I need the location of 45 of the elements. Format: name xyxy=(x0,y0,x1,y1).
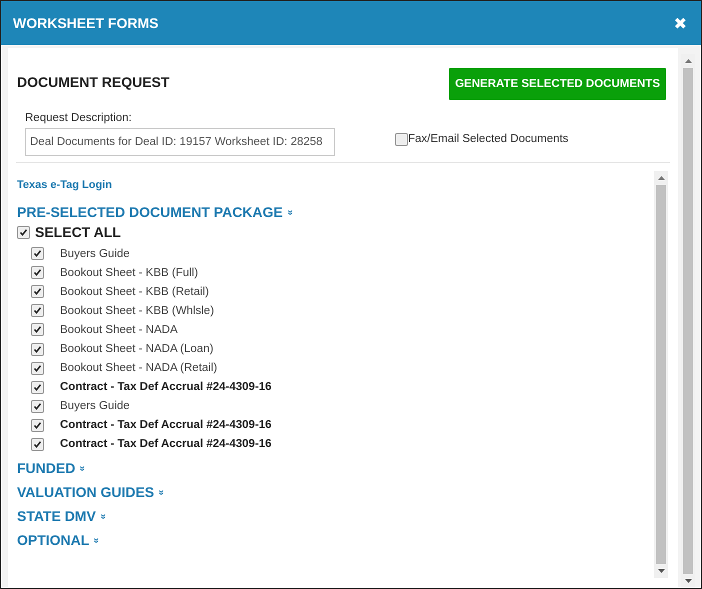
document-label: Contract - Tax Def Accrual #24-4309-16 xyxy=(60,419,272,432)
checkbox[interactable] xyxy=(31,304,44,318)
checkbox[interactable] xyxy=(31,285,44,298)
checkbox[interactable] xyxy=(31,247,44,260)
select-all-label: SELECT ALL xyxy=(35,224,121,240)
description-field[interactable]: Deal Documents for Deal ID: 19157 Worksheet ID: 28258 xyxy=(25,128,335,156)
window-title: WORKSHEET FORMS xyxy=(13,15,158,31)
section-toggle[interactable]: STATE DMV » xyxy=(17,508,654,524)
section-toggle[interactable]: OPTIONAL » xyxy=(17,532,654,548)
section-toggle[interactable]: PRE-SELECTED DOCUMENT PACKAGE » xyxy=(17,204,654,220)
section-heading: DOCUMENT REQUEST xyxy=(17,74,170,90)
checkbox[interactable] xyxy=(31,323,44,336)
checkbox[interactable] xyxy=(395,132,408,146)
document-label: Contract - Tax Def Accrual #24-4309-16 xyxy=(60,381,272,394)
scroll-up-icon[interactable] xyxy=(658,176,664,180)
document-label: Bookout Sheet - KBB (Full) xyxy=(60,266,198,279)
document-label: Bookout Sheet - NADA xyxy=(60,324,178,336)
checkbox[interactable] xyxy=(31,362,44,375)
generate-button[interactable]: GENERATE SELECTED DOCUMENTS xyxy=(449,68,666,100)
field-label: Request Description: xyxy=(25,112,133,124)
document-label: Bookout Sheet - NADA (Retail) xyxy=(60,362,218,374)
checkbox[interactable] xyxy=(31,438,44,451)
scroll-up-icon[interactable] xyxy=(684,59,692,63)
scrollbar[interactable] xyxy=(654,171,668,578)
scrollbar-thumb[interactable] xyxy=(656,185,666,564)
login-link[interactable]: Texas e-Tag Login xyxy=(17,179,112,191)
scrollbar-thumb[interactable] xyxy=(683,68,693,574)
section-toggle[interactable]: FUNDED » xyxy=(17,460,654,476)
document-label: Bookout Sheet - KBB (Retail) xyxy=(60,286,209,298)
checkbox[interactable] xyxy=(31,418,44,432)
document-label: Contract - Tax Def Accrual #24-4309-16 xyxy=(60,438,272,450)
scroll-down-icon[interactable] xyxy=(684,579,692,583)
document-label: Buyers Guide xyxy=(60,248,130,260)
document-label: Bookout Sheet - KBB (Whlsle) xyxy=(60,304,214,317)
checkbox[interactable] xyxy=(17,226,30,238)
checkbox[interactable] xyxy=(31,380,44,394)
section-toggle[interactable]: VALUATION GUIDES » xyxy=(17,484,654,500)
checkbox-label: Fax/Email Selected Documents xyxy=(408,133,568,145)
document-label: Bookout Sheet - NADA (Loan) xyxy=(60,343,214,356)
scroll-down-icon[interactable] xyxy=(658,569,664,573)
checkbox[interactable] xyxy=(31,342,44,356)
document-label: Buyers Guide xyxy=(60,400,130,412)
close-button[interactable]: ✖ xyxy=(674,14,687,32)
checkbox[interactable] xyxy=(31,266,44,280)
checkbox[interactable] xyxy=(31,400,44,413)
